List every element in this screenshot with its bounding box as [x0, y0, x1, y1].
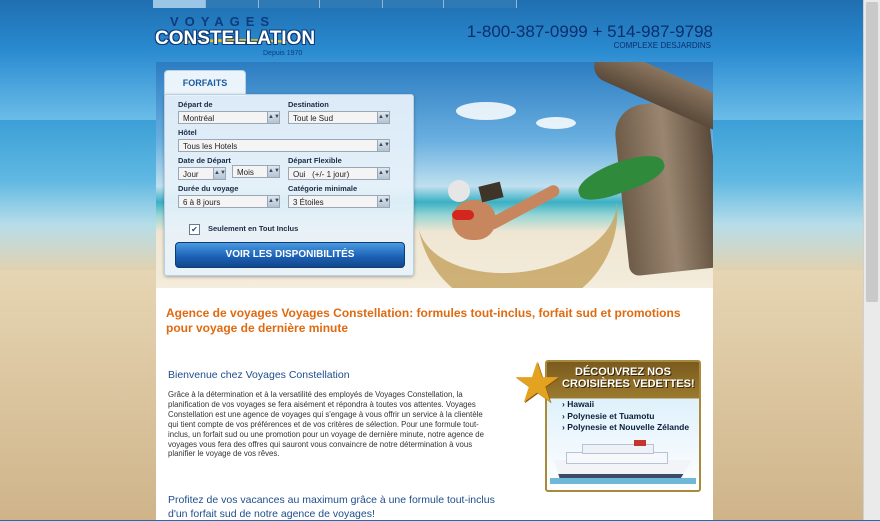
hotel-select[interactable]: Tous les Hotels ▲▼ [178, 139, 390, 152]
flex-label: Départ Flexible [288, 156, 342, 165]
all-inclusive-checkbox[interactable]: ✔ [189, 224, 200, 235]
duration-value: 6 à 8 jours [183, 198, 221, 207]
category-field: Catégorie minimale 3 Étoiles ▲▼ [288, 184, 390, 208]
depart-value: Montréal [183, 114, 215, 123]
flex-field: Départ Flexible Oui (+/- 1 jour) ▲▼ [288, 156, 390, 180]
nav-tab-1[interactable] [153, 0, 206, 8]
destination-field: Destination Tout le Sud ▲▼ [288, 100, 390, 124]
day-select[interactable]: Jour ▲▼ [178, 167, 226, 180]
destination-value: Tout le Sud [293, 114, 334, 123]
hotel-label: Hôtel [178, 128, 197, 137]
book-icon [478, 181, 504, 203]
duration-label: Durée du voyage [178, 184, 239, 193]
flex-value: Oui (+/- 1 jour) [293, 170, 350, 179]
intro-paragraph: Grâce à la détermination et à la versati… [168, 390, 484, 459]
promo-item-tuamotu[interactable]: Polynesie et Tuamotu [562, 411, 689, 423]
flex-select[interactable]: Oui (+/- 1 jour) ▲▼ [288, 167, 390, 180]
chevron-down-icon: ▲▼ [267, 166, 280, 177]
month-value: Mois [237, 168, 254, 177]
duration-field: Durée du voyage 6 à 8 jours ▲▼ [178, 184, 280, 208]
category-value: 3 Étoiles [293, 198, 324, 207]
category-select[interactable]: 3 Étoiles ▲▼ [288, 195, 390, 208]
depart-select[interactable]: Montréal ▲▼ [178, 111, 280, 124]
phone-number: 1-800-387-0999 + 514-987-9798 [466, 22, 713, 41]
chevron-down-icon: ▲▼ [377, 168, 390, 179]
background-sea-left [0, 120, 156, 270]
subheading: Profitez de vos vacances au maximum grâc… [168, 494, 495, 520]
chevron-down-icon: ▲▼ [267, 112, 280, 123]
logo-line1: VOYAGES [170, 14, 276, 29]
date-label: Date de Départ [178, 156, 231, 165]
chevron-down-icon: ▲▼ [267, 196, 280, 207]
promo-title-line1: DÉCOUVREZ NOS [575, 366, 671, 378]
promo-item-hawaii[interactable]: Hawaii [562, 399, 689, 411]
hotel-value: Tous les Hotels [183, 142, 238, 151]
page-headline: Agence de voyages Voyages Constellation:… [166, 306, 681, 335]
destination-label: Destination [288, 100, 329, 109]
chevron-down-icon: ▲▼ [377, 140, 390, 151]
person-swimsuit [452, 210, 474, 220]
date-field: Date de Départ Jour ▲▼ [178, 156, 231, 180]
top-navigation [153, 0, 713, 8]
person-head [448, 180, 470, 202]
promo-destination-list: Hawaii Polynesie et Tuamotu Polynesie et… [562, 399, 689, 434]
site-logo[interactable]: VOYAGES CONSTELLATION Depuis 1970 [155, 14, 315, 60]
logo-since: Depuis 1970 [263, 50, 303, 57]
hammock [405, 109, 631, 288]
promo-title-line2: CROISIÈRES VEDETTES! [562, 378, 695, 390]
background-sand-left [0, 270, 156, 520]
category-label: Catégorie minimale [288, 184, 358, 193]
nav-tab-3[interactable] [259, 0, 320, 8]
tab-forfaits[interactable]: FORFAITS [164, 70, 246, 96]
month-field: Mois ▲▼ [232, 165, 280, 178]
nav-tab-6[interactable] [444, 0, 517, 8]
ship-water [550, 478, 696, 484]
branch-name: COMPLEXE DESJARDINS [613, 41, 711, 50]
promo-item-nouvelle-zelande[interactable]: Polynesie et Nouvelle Zélande [562, 422, 689, 434]
day-value: Jour [183, 170, 199, 179]
scrollbar-thumb[interactable] [866, 2, 878, 302]
chevron-down-icon: ▲▼ [377, 112, 390, 123]
cloud-shape [456, 102, 516, 120]
cruise-ship-image [550, 440, 696, 484]
nav-tab-5[interactable] [383, 0, 444, 8]
nav-tab-4[interactable] [320, 0, 383, 8]
starfish-icon: ★ [512, 351, 563, 414]
hotel-field: Hôtel Tous les Hotels ▲▼ [178, 128, 390, 152]
nav-tab-2[interactable] [206, 0, 259, 8]
duration-select[interactable]: 6 à 8 jours ▲▼ [178, 195, 280, 208]
search-availability-button[interactable]: VOIR LES DISPONIBILITÉS [175, 242, 405, 268]
chevron-down-icon: ▲▼ [377, 196, 390, 207]
logo-line2: CONSTELLATION [155, 28, 316, 49]
ship-funnel [634, 440, 646, 446]
background-sand-right [713, 270, 863, 520]
all-inclusive-label: Seulement en Tout Inclus [208, 224, 299, 233]
background-sea-right [713, 120, 880, 270]
vertical-scrollbar[interactable] [863, 0, 880, 520]
month-select[interactable]: Mois ▲▼ [232, 165, 280, 178]
depart-label: Départ de [178, 100, 213, 109]
destination-select[interactable]: Tout le Sud ▲▼ [288, 111, 390, 124]
chevron-down-icon: ▲▼ [213, 168, 226, 179]
welcome-heading: Bienvenue chez Voyages Constellation [168, 369, 350, 381]
depart-field: Départ de Montréal ▲▼ [178, 100, 280, 124]
person-reading [448, 180, 562, 260]
